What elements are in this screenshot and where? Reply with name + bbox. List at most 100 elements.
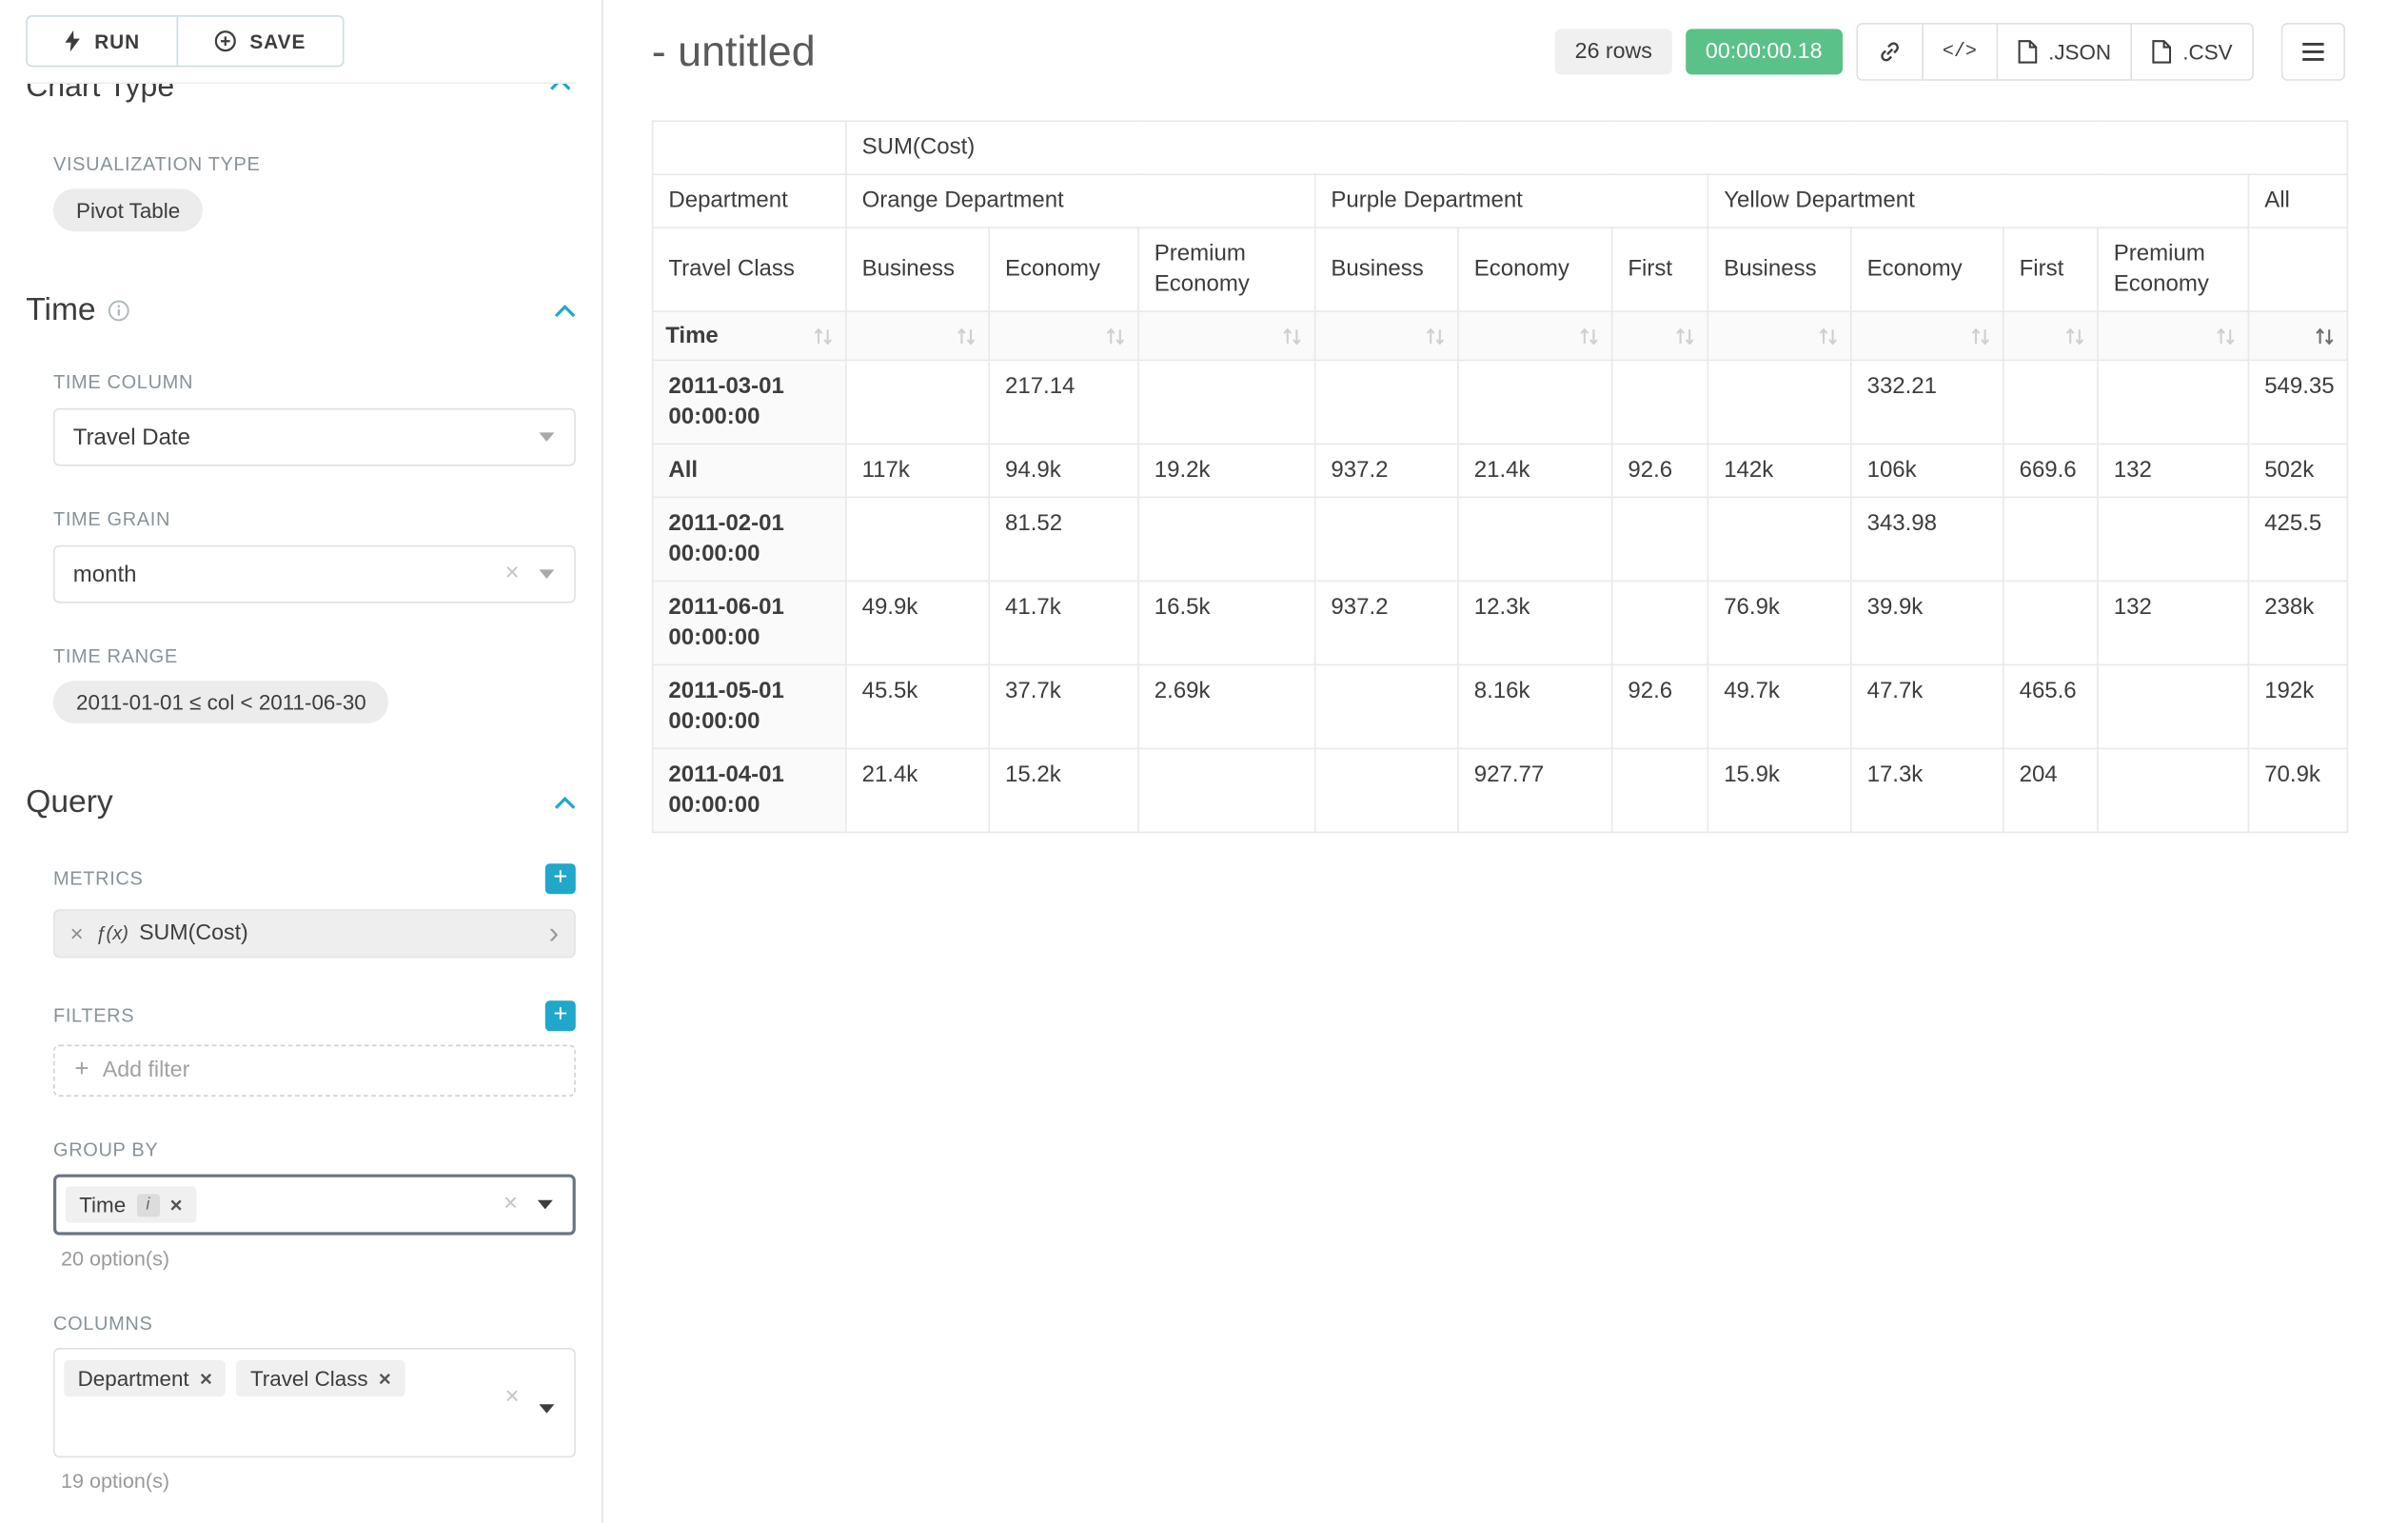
add-metric-button[interactable]: +: [545, 863, 576, 894]
sort-icon[interactable]: [2315, 326, 2335, 345]
save-button[interactable]: SAVE: [177, 15, 345, 67]
columns-label: COLUMNS: [53, 1313, 576, 1334]
sort-icon[interactable]: [2065, 326, 2085, 345]
pivot-table-body: 2011-03-01 00:00:00217.14332.21549.35All…: [653, 360, 2348, 832]
save-label: SAVE: [249, 30, 306, 52]
export-json-button[interactable]: .JSON: [1997, 23, 2133, 81]
sort-icon[interactable]: [2216, 326, 2236, 345]
info-icon: i: [136, 1194, 159, 1216]
sort-icon[interactable]: [1675, 326, 1695, 345]
metric-header-cell: SUM(Cost): [846, 121, 2348, 174]
value-cell: 669.6: [2003, 444, 2098, 497]
time-grain-select[interactable]: month ×: [53, 545, 576, 603]
sort-icon[interactable]: [813, 326, 833, 345]
export-csv-button[interactable]: .CSV: [2131, 23, 2254, 81]
embed-code-button[interactable]: </>: [1922, 23, 1999, 81]
column-sort-cell[interactable]: [846, 311, 989, 360]
visualization-type-label: VISUALIZATION TYPE: [53, 154, 576, 175]
chart-menu-button[interactable]: [2281, 23, 2345, 81]
remove-metric-icon[interactable]: ×: [70, 920, 84, 946]
sort-icon[interactable]: [1106, 326, 1126, 345]
columns-tag[interactable]: Travel Class ×: [237, 1360, 405, 1396]
chevron-up-icon[interactable]: [554, 796, 575, 809]
value-cell: 343.98: [1851, 497, 2003, 581]
column-sort-cell[interactable]: [2098, 311, 2248, 360]
row-label-cell: 2011-03-01 00:00:00: [653, 360, 846, 444]
export-json-label: .JSON: [2048, 40, 2111, 65]
remove-tag-icon[interactable]: ×: [379, 1368, 391, 1389]
column-sort-cell[interactable]: [1315, 311, 1458, 360]
column-sort-cell[interactable]: [1707, 311, 1850, 360]
metrics-control: METRICS + × ƒ(x) SUM(Cost) ›: [53, 863, 576, 958]
value-cell: [2003, 581, 2098, 664]
sort-icon[interactable]: [1282, 326, 1302, 345]
time-section-title: Time: [26, 292, 95, 328]
remove-tag-icon[interactable]: ×: [170, 1194, 183, 1215]
chevron-up-icon: [550, 82, 571, 91]
explore-page: RUN SAVE Chart Type VISUALIZATION TYPE P…: [0, 0, 2408, 1523]
columns-tag[interactable]: Department ×: [64, 1360, 226, 1396]
metrics-label: METRICS: [53, 868, 144, 889]
time-section-header[interactable]: Time: [26, 292, 576, 328]
add-filter-dropzone[interactable]: + Add filter: [53, 1045, 576, 1097]
caret-right-icon[interactable]: ›: [549, 919, 560, 949]
sort-icon[interactable]: [1579, 326, 1599, 345]
columns-tag-label: Travel Class: [250, 1366, 368, 1391]
plus-icon: +: [74, 1057, 89, 1084]
pivot-corner-cell: [653, 121, 846, 174]
column-sort-cell[interactable]: [989, 311, 1138, 360]
value-cell: 217.14: [989, 360, 1138, 444]
column-sort-cell[interactable]: [1851, 311, 2003, 360]
sort-icon[interactable]: [1426, 326, 1446, 345]
time-range-value[interactable]: 2011-01-01 ≤ col < 2011-06-30: [53, 681, 389, 723]
value-cell: [846, 360, 989, 444]
filters-label: FILTERS: [53, 1005, 134, 1026]
value-cell: 142k: [1707, 444, 1850, 497]
clear-icon[interactable]: ×: [505, 558, 520, 591]
row-count-badge: 26 rows: [1555, 29, 1672, 74]
value-cell: [2003, 360, 2098, 444]
group-by-tag[interactable]: Time i ×: [66, 1186, 196, 1222]
metric-item[interactable]: × ƒ(x) SUM(Cost) ›: [53, 909, 576, 958]
value-cell: 16.5k: [1138, 581, 1315, 664]
travel-class-cell: Economy: [1458, 227, 1612, 311]
value-cell: 937.2: [1315, 444, 1458, 497]
time-sort-cell[interactable]: Time: [653, 311, 846, 360]
chart-header: - untitled 26 rows 00:00:00.18 </> .JSON: [603, 0, 2408, 81]
column-sort-cell[interactable]: [2003, 311, 2098, 360]
value-cell: [1612, 748, 1708, 832]
sort-icon[interactable]: [957, 326, 977, 345]
group-by-control: GROUP BY Time i × ×: [53, 1139, 576, 1236]
control-panel: RUN SAVE Chart Type VISUALIZATION TYPE P…: [0, 0, 603, 1523]
column-sort-cell[interactable]: [1138, 311, 1315, 360]
value-cell: 81.52: [989, 497, 1138, 581]
clear-icon[interactable]: ×: [505, 1381, 520, 1414]
travel-class-cell: First: [2003, 227, 2098, 311]
column-sort-cell[interactable]: [1458, 311, 1612, 360]
column-sort-cell[interactable]: [2248, 311, 2347, 360]
department-group-cell: Orange Department: [846, 174, 1315, 227]
table-row: All117k94.9k19.2k937.221.4k92.6142k106k6…: [653, 444, 2348, 497]
chevron-up-icon[interactable]: [554, 304, 575, 317]
query-section-header[interactable]: Query: [26, 784, 576, 821]
query-timer-badge: 00:00:00.18: [1686, 29, 1842, 74]
add-filter-button[interactable]: +: [545, 1000, 576, 1031]
sort-icon[interactable]: [1970, 326, 1990, 345]
value-cell: 39.9k: [1851, 581, 2003, 664]
run-button[interactable]: RUN: [26, 15, 178, 67]
group-by-select[interactable]: Time i × ×: [53, 1175, 576, 1236]
share-link-button[interactable]: [1856, 23, 1923, 81]
caret-down-icon: [539, 432, 554, 442]
columns-select[interactable]: Department × Travel Class × ×: [53, 1348, 576, 1457]
columns-options-hint: 19 option(s): [61, 1470, 576, 1493]
value-cell: 106k: [1851, 444, 2003, 497]
time-column-select[interactable]: Travel Date: [53, 408, 576, 466]
column-sort-cell[interactable]: [1612, 311, 1708, 360]
value-cell: 132: [2098, 444, 2248, 497]
remove-tag-icon[interactable]: ×: [200, 1368, 212, 1389]
sort-icon[interactable]: [1818, 326, 1838, 345]
clear-icon[interactable]: ×: [503, 1188, 518, 1221]
department-label-cell: Department: [653, 174, 846, 227]
chart-type-section-header[interactable]: Chart Type: [26, 82, 576, 110]
visualization-type-value[interactable]: Pivot Table: [53, 188, 203, 231]
